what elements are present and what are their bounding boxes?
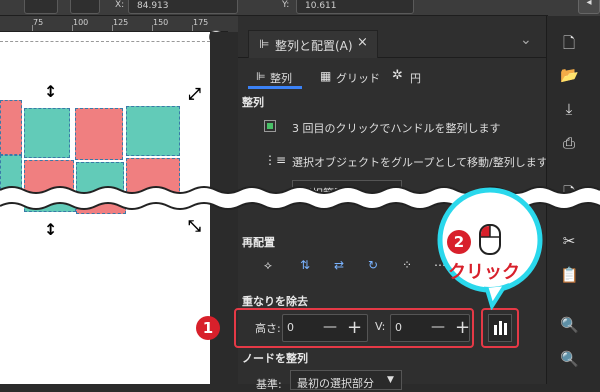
- remove-overlap-button[interactable]: [488, 314, 512, 342]
- ruler-label: 100: [73, 18, 89, 27]
- ruler-label: 75: [33, 18, 44, 27]
- tab-circle[interactable]: ✲ 円: [392, 66, 432, 88]
- section-align-title: 整列: [242, 96, 264, 109]
- close-icon[interactable]: ×: [357, 35, 368, 50]
- ruler-label: 150: [153, 18, 169, 27]
- mouse-icon: [479, 224, 501, 255]
- scale-handle-icon[interactable]: ⤡: [188, 218, 201, 234]
- minus-icon[interactable]: —: [431, 319, 445, 335]
- save-icon[interactable]: ⤓: [560, 100, 578, 118]
- shape-tile[interactable]: [0, 100, 22, 155]
- page-border: [0, 41, 210, 42]
- exchange-click-icon[interactable]: ↻: [368, 258, 378, 272]
- height-label: 高さ:: [255, 322, 281, 335]
- remove-overlap-icon: [494, 321, 507, 335]
- scale-handle-icon[interactable]: ↕: [44, 222, 57, 238]
- randomize-icon[interactable]: ⁘: [402, 258, 412, 272]
- shape-tile[interactable]: [126, 106, 180, 156]
- section-node-title: ノードを整列: [242, 352, 308, 365]
- section-rearrange-title: 再配置: [242, 236, 275, 249]
- grid-icon: ▦: [320, 69, 332, 83]
- node-base-select[interactable]: 最初の選択部分 ▼: [290, 370, 402, 390]
- align-distribute-icon: ⊫: [259, 37, 270, 51]
- tab-label: 円: [410, 72, 421, 85]
- step-badge-2: 2: [447, 230, 471, 254]
- node-base-label: 基準:: [256, 378, 282, 391]
- circle-icon: ✲: [392, 68, 403, 83]
- toolbar-button[interactable]: [24, 0, 58, 14]
- shape-tile[interactable]: [24, 108, 70, 158]
- y-value: 10.611: [305, 1, 337, 11]
- tab-grid[interactable]: ▦ グリッド: [318, 66, 384, 88]
- graph-layout-icon[interactable]: ⟡: [264, 258, 272, 273]
- x-label: X:: [115, 0, 125, 10]
- height-value: 0: [287, 321, 294, 334]
- click-label: クリック: [448, 262, 520, 283]
- y-field[interactable]: 10.611: [296, 0, 414, 14]
- tab-label: グリッド: [336, 72, 380, 85]
- ruler-label: 175: [193, 18, 209, 27]
- zoom-icon[interactable]: 🔍: [560, 316, 579, 334]
- handle-align-checkbox[interactable]: [264, 120, 276, 132]
- open-folder-icon[interactable]: 📂: [560, 66, 579, 84]
- option-group-move: 選択オブジェクトをグループとして移動/整列します: [292, 156, 548, 169]
- exchange-position-icon[interactable]: ⇅: [300, 258, 310, 272]
- panel-tab-title: 整列と配置(A): [275, 39, 353, 53]
- v-spinbox[interactable]: 0 — +: [390, 314, 470, 342]
- tab-align[interactable]: ⊫ 整列: [248, 66, 302, 89]
- menu-back-button[interactable]: ◂: [578, 0, 600, 14]
- tab-label: 整列: [270, 72, 292, 85]
- toolbar-button[interactable]: [70, 0, 100, 14]
- active-tab-indicator: [248, 86, 302, 89]
- x-field[interactable]: 84.913: [128, 0, 238, 14]
- option-handle-align: 3 回目のクリックでハンドルを整列します: [292, 122, 501, 135]
- ruler-label: 125: [113, 18, 129, 27]
- plus-icon[interactable]: +: [455, 317, 470, 338]
- paste-icon[interactable]: 📋: [560, 266, 579, 284]
- horizontal-ruler: 75 100 125 150 175: [0, 16, 228, 32]
- new-document-icon[interactable]: 🗋: [560, 34, 578, 52]
- cut-icon[interactable]: ✂: [560, 232, 578, 250]
- exchange-z-icon[interactable]: ⇄: [334, 258, 344, 272]
- group-move-icon[interactable]: ⋮≡: [264, 153, 286, 167]
- x-value: 84.913: [137, 1, 169, 11]
- minus-icon[interactable]: —: [323, 319, 337, 335]
- align-icon: ⊫: [256, 70, 266, 83]
- section-overlap-title: 重なりを除去: [242, 295, 308, 308]
- plus-icon[interactable]: +: [347, 317, 362, 338]
- v-value: 0: [395, 321, 402, 334]
- scale-handle-icon[interactable]: ⤢: [188, 86, 201, 102]
- print-icon[interactable]: ⎙: [560, 134, 578, 152]
- y-label: Y:: [282, 0, 290, 10]
- top-toolbar: X: 84.913 Y: 10.611: [0, 0, 548, 16]
- ruler-corner: [228, 16, 238, 32]
- height-spinbox[interactable]: 0 — +: [282, 314, 368, 342]
- zoom-page-icon[interactable]: 🔍: [560, 350, 579, 368]
- shape-tile[interactable]: [75, 108, 123, 160]
- chevron-down-icon[interactable]: ⌄: [520, 32, 532, 48]
- step-badge-1: 1: [196, 316, 220, 340]
- panel-tab[interactable]: ⊫ 整列と配置(A) ×: [248, 30, 378, 58]
- scale-handle-icon[interactable]: ↕: [44, 84, 57, 100]
- node-base-value: 最初の選択部分: [297, 377, 374, 390]
- v-label: V:: [375, 320, 386, 333]
